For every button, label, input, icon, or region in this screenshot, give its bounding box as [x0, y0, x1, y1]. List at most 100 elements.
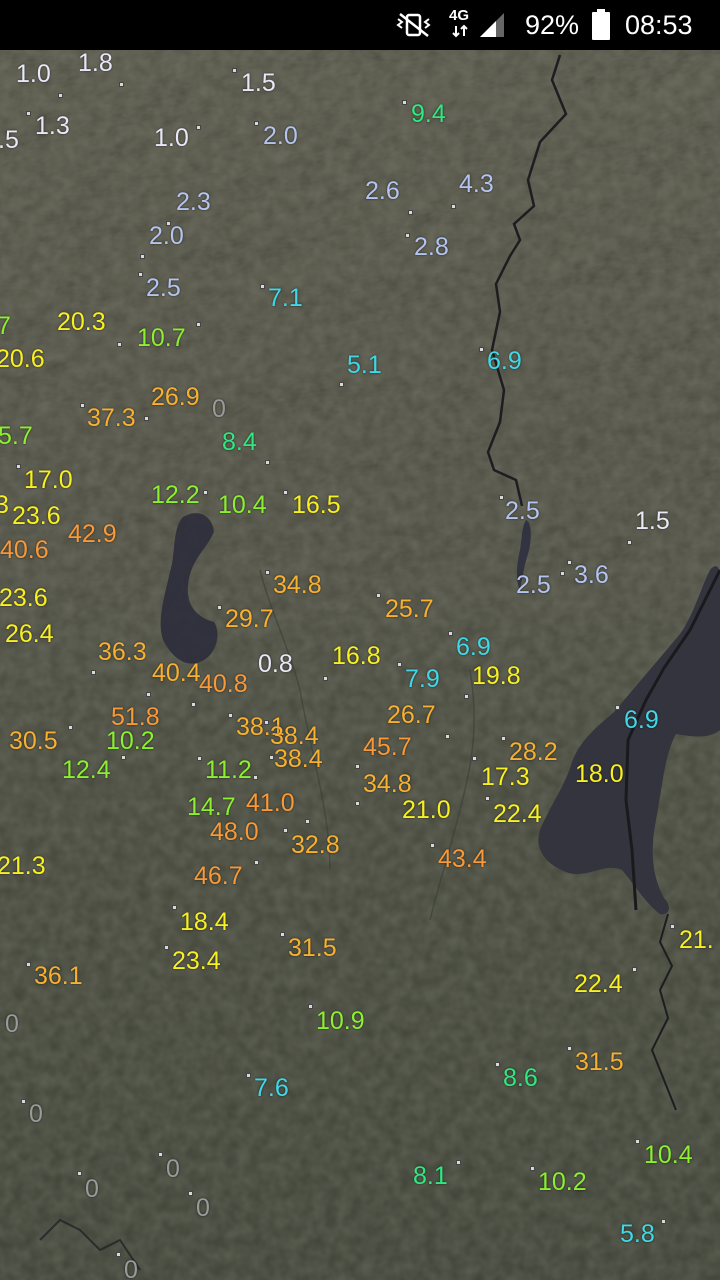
station-marker[interactable] — [397, 662, 402, 667]
observation-value[interactable]: 43.4 — [438, 845, 487, 873]
observation-value[interactable]: 31.5 — [288, 934, 337, 962]
observation-value[interactable]: 2.5 — [516, 571, 551, 599]
observation-value[interactable]: 19.8 — [472, 662, 521, 690]
station-marker[interactable] — [26, 962, 31, 967]
station-marker[interactable] — [402, 100, 407, 105]
station-marker[interactable] — [269, 755, 274, 760]
observation-value[interactable]: 46.7 — [194, 862, 243, 890]
station-marker[interactable] — [479, 347, 484, 352]
station-marker[interactable] — [121, 755, 126, 760]
observation-value[interactable]: 2.0 — [263, 122, 298, 150]
observation-value[interactable]: 2.0 — [149, 222, 184, 250]
observation-value[interactable]: 40.6 — [0, 536, 49, 564]
station-marker[interactable] — [280, 932, 285, 937]
observation-value[interactable]: 22.4 — [493, 800, 542, 828]
station-marker[interactable] — [451, 204, 456, 209]
station-marker[interactable] — [635, 1139, 640, 1144]
observation-value[interactable]: 42.9 — [68, 520, 117, 548]
observation-value[interactable]: 2.5 — [146, 274, 181, 302]
observation-value[interactable]: 3.6 — [574, 561, 609, 589]
observation-value[interactable]: 17.3 — [481, 763, 530, 791]
observation-value[interactable]: 30.5 — [9, 727, 58, 755]
station-marker[interactable] — [188, 1191, 193, 1196]
station-marker[interactable] — [254, 121, 259, 126]
observation-value[interactable]: 4.3 — [459, 170, 494, 198]
station-marker[interactable] — [68, 725, 73, 730]
map-view[interactable]: 1.0 1.8 1.5 .5 1.3 1.0 2.0 9.4 2.6 4.3 2.3 2.0 2.8 2.… — [0, 50, 720, 1280]
observation-value[interactable]: 0.8 — [258, 650, 293, 678]
station-marker[interactable] — [140, 254, 145, 259]
station-marker[interactable] — [119, 82, 124, 87]
station-marker[interactable] — [144, 416, 149, 421]
station-marker[interactable] — [485, 796, 490, 801]
station-marker[interactable] — [260, 284, 265, 289]
observation-value[interactable]: 26.7 — [387, 701, 436, 729]
observation-value[interactable]: 2.3 — [176, 188, 211, 216]
observation-value[interactable]: 1.0 — [154, 124, 189, 152]
observation-value[interactable]: 1.5 — [635, 507, 670, 535]
station-marker[interactable] — [456, 1160, 461, 1165]
observation-value[interactable]: 36.3 — [98, 638, 147, 666]
observation-value[interactable]: 20.6 — [0, 345, 45, 373]
station-marker[interactable] — [495, 1062, 500, 1067]
station-marker[interactable] — [232, 68, 237, 73]
observation-value[interactable]: 23.4 — [172, 947, 221, 975]
observation-value[interactable]: 2.5 — [505, 497, 540, 525]
station-marker[interactable] — [191, 702, 196, 707]
station-marker[interactable] — [164, 945, 169, 950]
observation-value[interactable]: 40.4 — [152, 659, 201, 687]
station-marker[interactable] — [196, 125, 201, 130]
station-marker[interactable] — [26, 111, 31, 116]
observation-value[interactable]: 23.6 — [0, 584, 48, 612]
station-marker[interactable] — [228, 713, 233, 718]
station-marker[interactable] — [355, 764, 360, 769]
observation-value[interactable]: 12.4 — [62, 756, 111, 784]
station-marker[interactable] — [116, 1252, 121, 1257]
station-marker[interactable] — [627, 540, 632, 545]
observation-value[interactable]: 21. — [679, 926, 714, 954]
station-marker[interactable] — [91, 670, 96, 675]
station-marker[interactable] — [77, 1171, 82, 1176]
station-marker[interactable] — [339, 382, 344, 387]
station-marker[interactable] — [632, 967, 637, 972]
observation-value[interactable]: 0 — [196, 1194, 210, 1222]
station-marker[interactable] — [530, 1166, 535, 1171]
station-marker[interactable] — [146, 692, 151, 697]
observation-value[interactable]: 26.4 — [5, 620, 54, 648]
station-marker[interactable] — [172, 905, 177, 910]
observation-value[interactable]: 11.2 — [205, 756, 252, 784]
station-marker[interactable] — [501, 736, 506, 741]
station-marker[interactable] — [203, 490, 208, 495]
observation-value[interactable]: 7.1 — [268, 284, 303, 312]
station-marker[interactable] — [196, 322, 201, 327]
observation-value[interactable]: 34.8 — [363, 770, 412, 798]
station-marker[interactable] — [355, 801, 360, 806]
station-marker[interactable] — [283, 490, 288, 495]
station-marker[interactable] — [670, 924, 675, 929]
observation-value[interactable]: 18.0 — [575, 760, 624, 788]
station-marker[interactable] — [265, 460, 270, 465]
observation-value[interactable]: 8.1 — [413, 1162, 448, 1190]
observation-value[interactable]: 0 — [124, 1256, 138, 1280]
station-marker[interactable] — [567, 1046, 572, 1051]
observation-value[interactable]: 14.7 — [187, 793, 236, 821]
station-marker[interactable] — [567, 560, 572, 565]
observation-value[interactable]: 1.3 — [35, 112, 70, 140]
observation-value[interactable]: 34.8 — [273, 571, 322, 599]
station-marker[interactable] — [405, 233, 410, 238]
observation-value[interactable]: 36.1 — [34, 962, 83, 990]
station-marker[interactable] — [472, 756, 477, 761]
observation-value[interactable]: 12.2 — [151, 481, 200, 509]
observation-value[interactable]: 31.5 — [575, 1048, 624, 1076]
observation-value[interactable]: 23.6 — [12, 502, 61, 530]
observation-value[interactable]: 3 — [0, 491, 9, 519]
station-marker[interactable] — [308, 1004, 313, 1009]
observation-value[interactable]: 2.8 — [414, 233, 449, 261]
station-marker[interactable] — [58, 93, 63, 98]
observation-value[interactable]: 37.3 — [87, 404, 136, 432]
station-marker[interactable] — [138, 272, 143, 277]
observation-value[interactable]: 40.8 — [199, 670, 248, 698]
observation-value[interactable]: 0 — [29, 1100, 43, 1128]
observation-value[interactable]: 41.0 — [246, 789, 295, 817]
station-marker[interactable] — [499, 495, 504, 500]
